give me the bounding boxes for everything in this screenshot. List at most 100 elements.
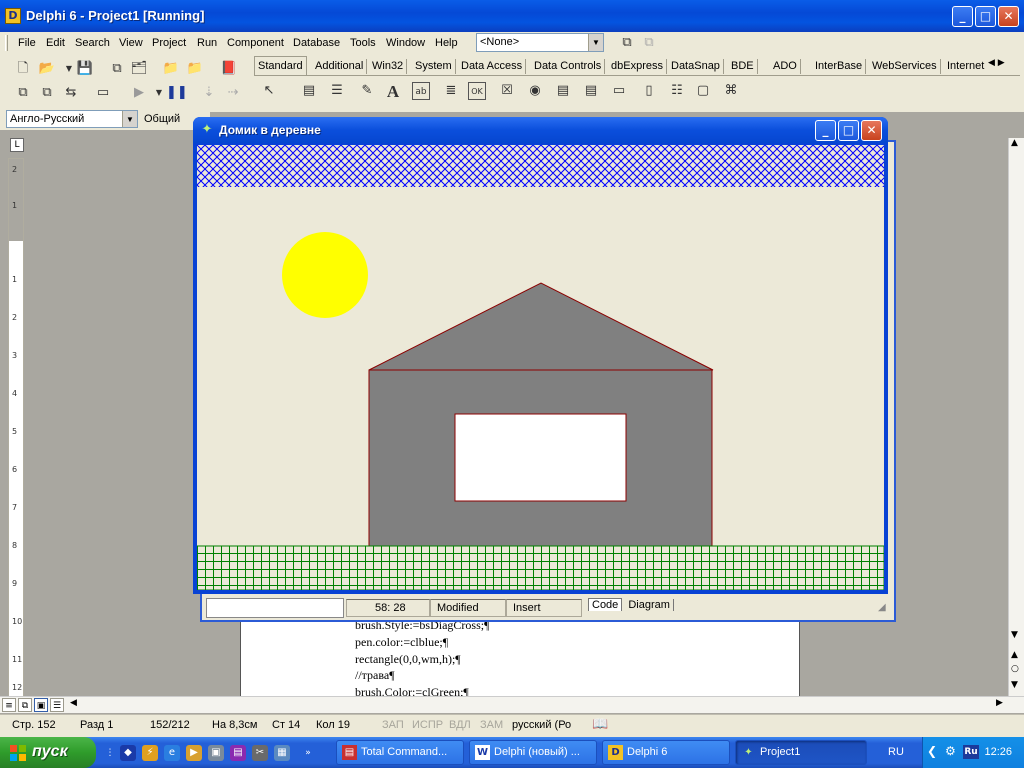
open-folder-icon[interactable]: 📂 [38,60,56,78]
pause-icon[interactable]: ❚❚ [166,84,188,102]
edit-component-icon[interactable]: ab [412,82,430,100]
quicklaunch-total-commander-icon[interactable]: ⚡ [142,745,158,761]
tab-win32[interactable]: Win32 [369,59,408,74]
quicklaunch-internet-explorer-icon[interactable]: e [164,745,180,761]
pointer-arrow-icon[interactable]: ↖ [260,82,278,100]
desktop-combo[interactable]: <None> ▼ [476,33,604,52]
tab-datasnap[interactable]: DataSnap [668,59,724,74]
save-icon[interactable]: 💾 [76,60,94,78]
save-desktop-icon[interactable]: ⧉ [618,34,636,52]
quicklaunch-show-desktop-icon[interactable]: ◆ [120,745,136,761]
radiobutton-component-icon[interactable]: ◉ [526,82,544,100]
quicklaunch-explorer-icon[interactable]: ▣ [208,745,224,761]
maximize-button[interactable]: □ [975,6,996,27]
menu-tools[interactable]: Tools [350,37,376,49]
menu-search[interactable]: Search [75,37,110,49]
tab-data-access[interactable]: Data Access [458,59,527,74]
style-combo-value[interactable]: Общий [144,113,180,125]
menu-run[interactable]: Run [197,37,217,49]
menu-window[interactable]: Window [386,37,425,49]
chevron-left-icon[interactable]: ◀ [988,58,995,68]
panel-component-icon[interactable]: ▢ [694,82,712,100]
scroll-left-icon[interactable]: ◀ [70,698,77,708]
tab-interbase[interactable]: InterBase [812,59,867,74]
tray-clock[interactable]: 12:26 [984,746,1012,758]
button-component-icon[interactable]: OK [468,82,486,100]
memo-component-icon[interactable]: ≣ [442,82,460,100]
new-file-icon[interactable]: 🗋 [14,60,32,78]
form-maximize-button[interactable]: □ [838,120,859,141]
tab-bde[interactable]: BDE [728,59,758,74]
tab-webservices[interactable]: WebServices [869,59,941,74]
scroll-up-icon[interactable]: ▲ [1011,138,1018,148]
scrollbar-component-icon[interactable]: ▭ [610,82,628,100]
step-over-icon[interactable]: ⇢ [224,84,242,102]
document-page[interactable]: brush.Style:=bsDiagCross;¶ pen.color:=cl… [240,610,800,699]
page-view-icon[interactable]: ▣ [34,698,48,712]
quicklaunch-media-player-icon[interactable]: ▶ [186,745,202,761]
scroll-right-icon[interactable]: ▶ [996,698,1003,708]
view-form-icon[interactable]: ⧉ [38,84,56,102]
vertical-scrollbar[interactable]: ▲ ▼ ▲ ○ ▼ [1008,138,1024,698]
frames-component-icon[interactable]: ✎ [358,82,376,100]
resize-grip-icon[interactable]: ◢ [878,602,886,613]
tray-keyboard-layout-icon[interactable]: Ru [963,745,979,759]
save-all-icon[interactable]: ⧉ [108,60,126,78]
label-component-icon[interactable]: A [384,82,402,101]
horizontal-scrollbar[interactable]: ≡ ⧉ ▣ ☰ ◀ ▶ [0,696,1024,713]
quicklaunch-tools-icon[interactable]: ✂ [252,745,268,761]
close-button[interactable]: ✕ [998,6,1019,27]
menu-database[interactable]: Database [293,37,340,49]
start-button[interactable]: пуск [0,737,96,768]
tray-collapse-icon[interactable]: ❮ [927,744,937,758]
status-ext[interactable]: ВДЛ [449,719,471,731]
quicklaunch-picture-icon[interactable]: ▦ [274,745,290,761]
popupmenu-component-icon[interactable]: ☰ [328,82,346,100]
tab-selector[interactable]: L [10,138,24,152]
select-browse-object-icon[interactable]: ○ [1011,664,1019,674]
tab-additional[interactable]: Additional [312,59,368,74]
menu-help[interactable]: Help [435,37,458,49]
checkbox-component-icon[interactable]: ☒ [498,82,516,100]
new-form-icon[interactable]: ▭ [94,84,112,102]
menu-project[interactable]: Project [152,37,186,49]
status-rec[interactable]: ЗАП [382,719,404,731]
help-book-icon[interactable]: 📕 [220,60,238,78]
next-page-icon[interactable]: ▼ [1011,680,1018,690]
debug-desktop-icon[interactable]: ⧉ [640,34,658,52]
chevron-down-icon[interactable]: ▼ [122,111,137,127]
tab-data-controls[interactable]: Data Controls [531,59,606,74]
groupbox-component-icon[interactable]: ▯ [640,82,658,100]
form-minimize-button[interactable]: _ [815,120,836,141]
tab-ado[interactable]: ADO [770,59,801,74]
status-ovr[interactable]: ЗАМ [480,719,503,731]
tab-internet[interactable]: Internet [944,59,987,74]
form-canvas[interactable] [197,145,884,590]
chevron-down-icon[interactable]: ▼ [588,34,603,51]
combobox-component-icon[interactable]: ▤ [582,82,600,100]
previous-page-icon[interactable]: ▲ [1011,650,1018,660]
delphi-app-icon[interactable]: D [5,8,21,24]
quicklaunch-more-icon[interactable]: » [300,745,316,761]
menu-file[interactable]: File [18,37,36,49]
running-form-window[interactable]: ✦ Домик в деревне _ □ ✕ [193,117,888,594]
task-total-commander[interactable]: ▤ Total Command... [336,740,464,765]
radiogroup-component-icon[interactable]: ☷ [668,82,686,100]
view-unit-icon[interactable]: ⧉ [14,84,32,102]
chevron-right-icon[interactable]: ▶ [998,58,1005,68]
web-view-icon[interactable]: ⧉ [18,698,32,712]
remove-file-icon[interactable]: 📁 [186,60,204,78]
mainmenu-component-icon[interactable]: ▤ [300,82,318,100]
tab-dbexpress[interactable]: dbExpress [608,59,667,74]
scroll-down-icon[interactable]: ▼ [1011,630,1018,640]
task-delphi6[interactable]: D Delphi 6 [602,740,730,765]
run-icon[interactable]: ▶ [130,84,148,102]
menu-grip[interactable] [5,35,8,51]
language-indicator[interactable]: RU [888,746,904,758]
tab-code[interactable]: Code [588,598,623,611]
listbox-component-icon[interactable]: ▤ [554,82,572,100]
spelling-status-icon[interactable]: 📖 [592,717,608,732]
tab-diagram[interactable]: Diagram [625,599,674,611]
trace-into-icon[interactable]: ⇣ [200,84,218,102]
minimize-button[interactable]: _ [952,6,973,27]
